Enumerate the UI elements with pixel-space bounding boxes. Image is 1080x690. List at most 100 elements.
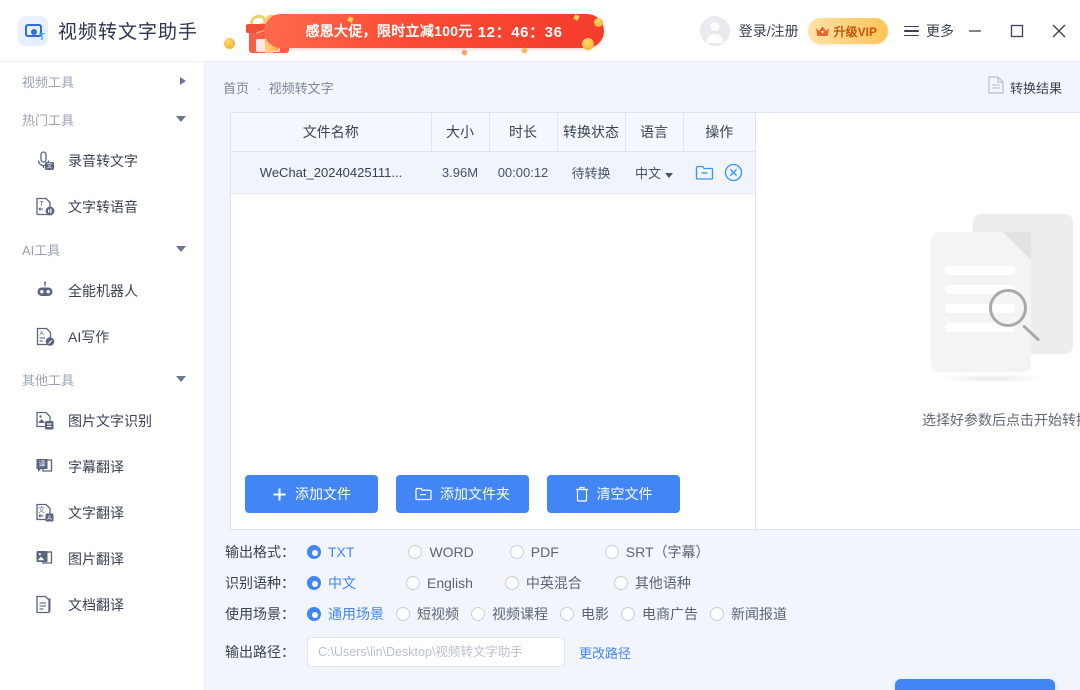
confetti-decoration [461,49,468,56]
radio-scene-general[interactable]: 通用场景 [307,604,384,624]
document-search-illustration [931,214,1080,384]
close-icon[interactable] [1038,0,1080,62]
breadcrumb-home[interactable]: 首页 [223,81,249,96]
add-file-label: 添加文件 [295,484,351,504]
image-translate-icon [34,548,56,570]
sidebar-item-document-translate[interactable]: 文档翻译 [0,582,204,628]
chevron-right-icon [180,77,186,85]
breadcrumb-separator: · [257,81,261,96]
maximize-icon[interactable] [996,0,1038,62]
radio-label: 视频课程 [492,604,548,624]
radio-dot [396,607,410,621]
promo-banner[interactable]: 感恩大促，限时立减100元 12：46：36 [222,8,604,54]
conversion-result-button[interactable]: 转换结果 [988,76,1062,99]
column-header-size: 大小 [431,113,489,151]
change-path-link[interactable]: 更改路径 [579,643,631,662]
clear-files-button[interactable]: 清空文件 [547,475,680,513]
preview-placeholder-text: 选择好参数后点击开始转换 [922,410,1080,430]
radio-lang-mixed[interactable]: 中英混合 [505,573,582,593]
radio-scene-ecommerce-ad[interactable]: 电商广告 [621,604,698,624]
sidebar-item-label: 文档翻译 [68,595,124,615]
titlebar-right-controls: 登录/注册 升级VIP 更多 [700,0,1080,62]
user-avatar-icon[interactable] [700,16,730,46]
column-header-status: 转换状态 [557,113,625,151]
sidebar-group-ai-tools[interactable]: AI工具 [0,230,204,268]
radio-format-srt[interactable]: SRT（字幕） [605,542,710,562]
radio-scene-shortvideo[interactable]: 短视频 [396,604,459,624]
radio-label: 电商广告 [642,604,698,624]
radio-lang-other[interactable]: 其他语种 [614,573,691,593]
radio-scene-news[interactable]: 新闻报道 [710,604,787,624]
sidebar-item-ai-writing[interactable]: A AI写作 [0,314,204,360]
sidebar-item-robot[interactable]: 全能机器人 [0,268,204,314]
sidebar-group-label: 热门工具 [22,110,176,129]
table-row[interactable]: WeChat_20240425111... 3.96M 00:00:12 待转换… [231,151,755,193]
sidebar-item-text-translate[interactable]: 文 A 文字翻译 [0,490,204,536]
app-window: T 视频转文字助手 感恩大促，限时立减100元 12：46：36 [0,0,1080,690]
radio-scene-movie[interactable]: 电影 [560,604,609,624]
folder-open-icon[interactable] [695,164,714,181]
add-file-button[interactable]: 添加文件 [245,475,378,513]
radio-dot [406,576,420,590]
output-format-label: 输出格式： [225,542,307,562]
add-folder-button[interactable]: 添加文件夹 [396,475,529,513]
sidebar-group-label: 视频工具 [22,72,180,91]
recognition-language-row: 识别语种： 中文 English 中英混合 其他语种 [205,567,1080,598]
sidebar-item-label: AI写作 [68,327,109,347]
start-convert-button[interactable]: 开始转换 [895,679,1055,690]
radio-lang-chinese[interactable]: 中文 [307,573,356,593]
remove-circle-icon[interactable] [724,163,743,182]
radio-lang-english[interactable]: English [406,575,473,591]
cell-duration: 00:00:12 [489,151,557,193]
sidebar-item-audio-to-text[interactable]: 文 录音转文字 [0,138,204,184]
ai-writing-icon: A [34,326,56,348]
cell-size: 3.96M [431,151,489,193]
radio-format-txt[interactable]: TXT [307,544,354,560]
title-bar: T 视频转文字助手 感恩大促，限时立减100元 12：46：36 [0,0,1080,62]
cell-filename: WeChat_20240425111... [231,151,431,193]
sidebar-item-subtitle-translate[interactable]: 译 字幕翻译 [0,444,204,490]
sidebar-group-label: AI工具 [22,240,176,259]
minimize-icon[interactable] [954,0,996,62]
output-format-row: 输出格式： TXT WORD PDF SRT（字幕） [205,536,1080,567]
text-to-speech-icon: T [34,196,56,218]
conversion-result-label: 转换结果 [1010,78,1062,97]
radio-label: 中文 [328,573,356,593]
promo-pill[interactable]: 感恩大促，限时立减100元 12：46：36 [264,14,604,48]
promo-countdown: 12：46：36 [478,21,563,42]
radio-dot [510,545,524,559]
cell-language-dropdown[interactable]: 中文 [625,151,683,193]
sidebar-group-hot-tools[interactable]: 热门工具 [0,100,204,138]
column-header-language: 语言 [625,113,683,151]
sidebar-group-video-tools[interactable]: 视频工具 [0,62,204,100]
app-title: 视频转文字助手 [58,17,198,44]
file-table-header-row: 文件名称 大小 时长 转换状态 语言 操作 [231,113,755,151]
radio-dot [307,576,321,590]
recognition-language-label: 识别语种： [225,573,307,593]
cell-status: 待转换 [557,151,625,193]
coin-decoration [582,38,594,50]
output-path-input[interactable] [307,637,565,667]
add-folder-label: 添加文件夹 [440,484,510,504]
cell-operations [683,151,755,193]
sidebar-item-label: 字幕翻译 [68,457,124,477]
sidebar-item-image-ocr[interactable]: 图片文字识别 [0,398,204,444]
radio-label: TXT [328,544,354,560]
radio-scene-course[interactable]: 视频课程 [471,604,548,624]
microphone-text-icon: 文 [34,150,56,172]
subtitle-translate-icon: 译 [34,456,56,478]
upgrade-vip-button[interactable]: 升级VIP [808,18,888,44]
radio-label: English [427,575,473,591]
sidebar-group-other-tools[interactable]: 其他工具 [0,360,204,398]
robot-icon [34,280,56,302]
radio-label: 短视频 [417,604,459,624]
sidebar-item-image-translate[interactable]: 图片翻译 [0,536,204,582]
radio-label: 通用场景 [328,604,384,624]
more-menu-button[interactable]: 更多 [904,21,954,41]
text-translate-icon: 文 A [34,502,56,524]
login-register-link[interactable]: 登录/注册 [739,21,799,41]
sidebar-item-text-to-speech[interactable]: T 文字转语音 [0,184,204,230]
radio-format-pdf[interactable]: PDF [510,544,559,560]
radio-dot [605,545,619,559]
radio-format-word[interactable]: WORD [408,544,473,560]
